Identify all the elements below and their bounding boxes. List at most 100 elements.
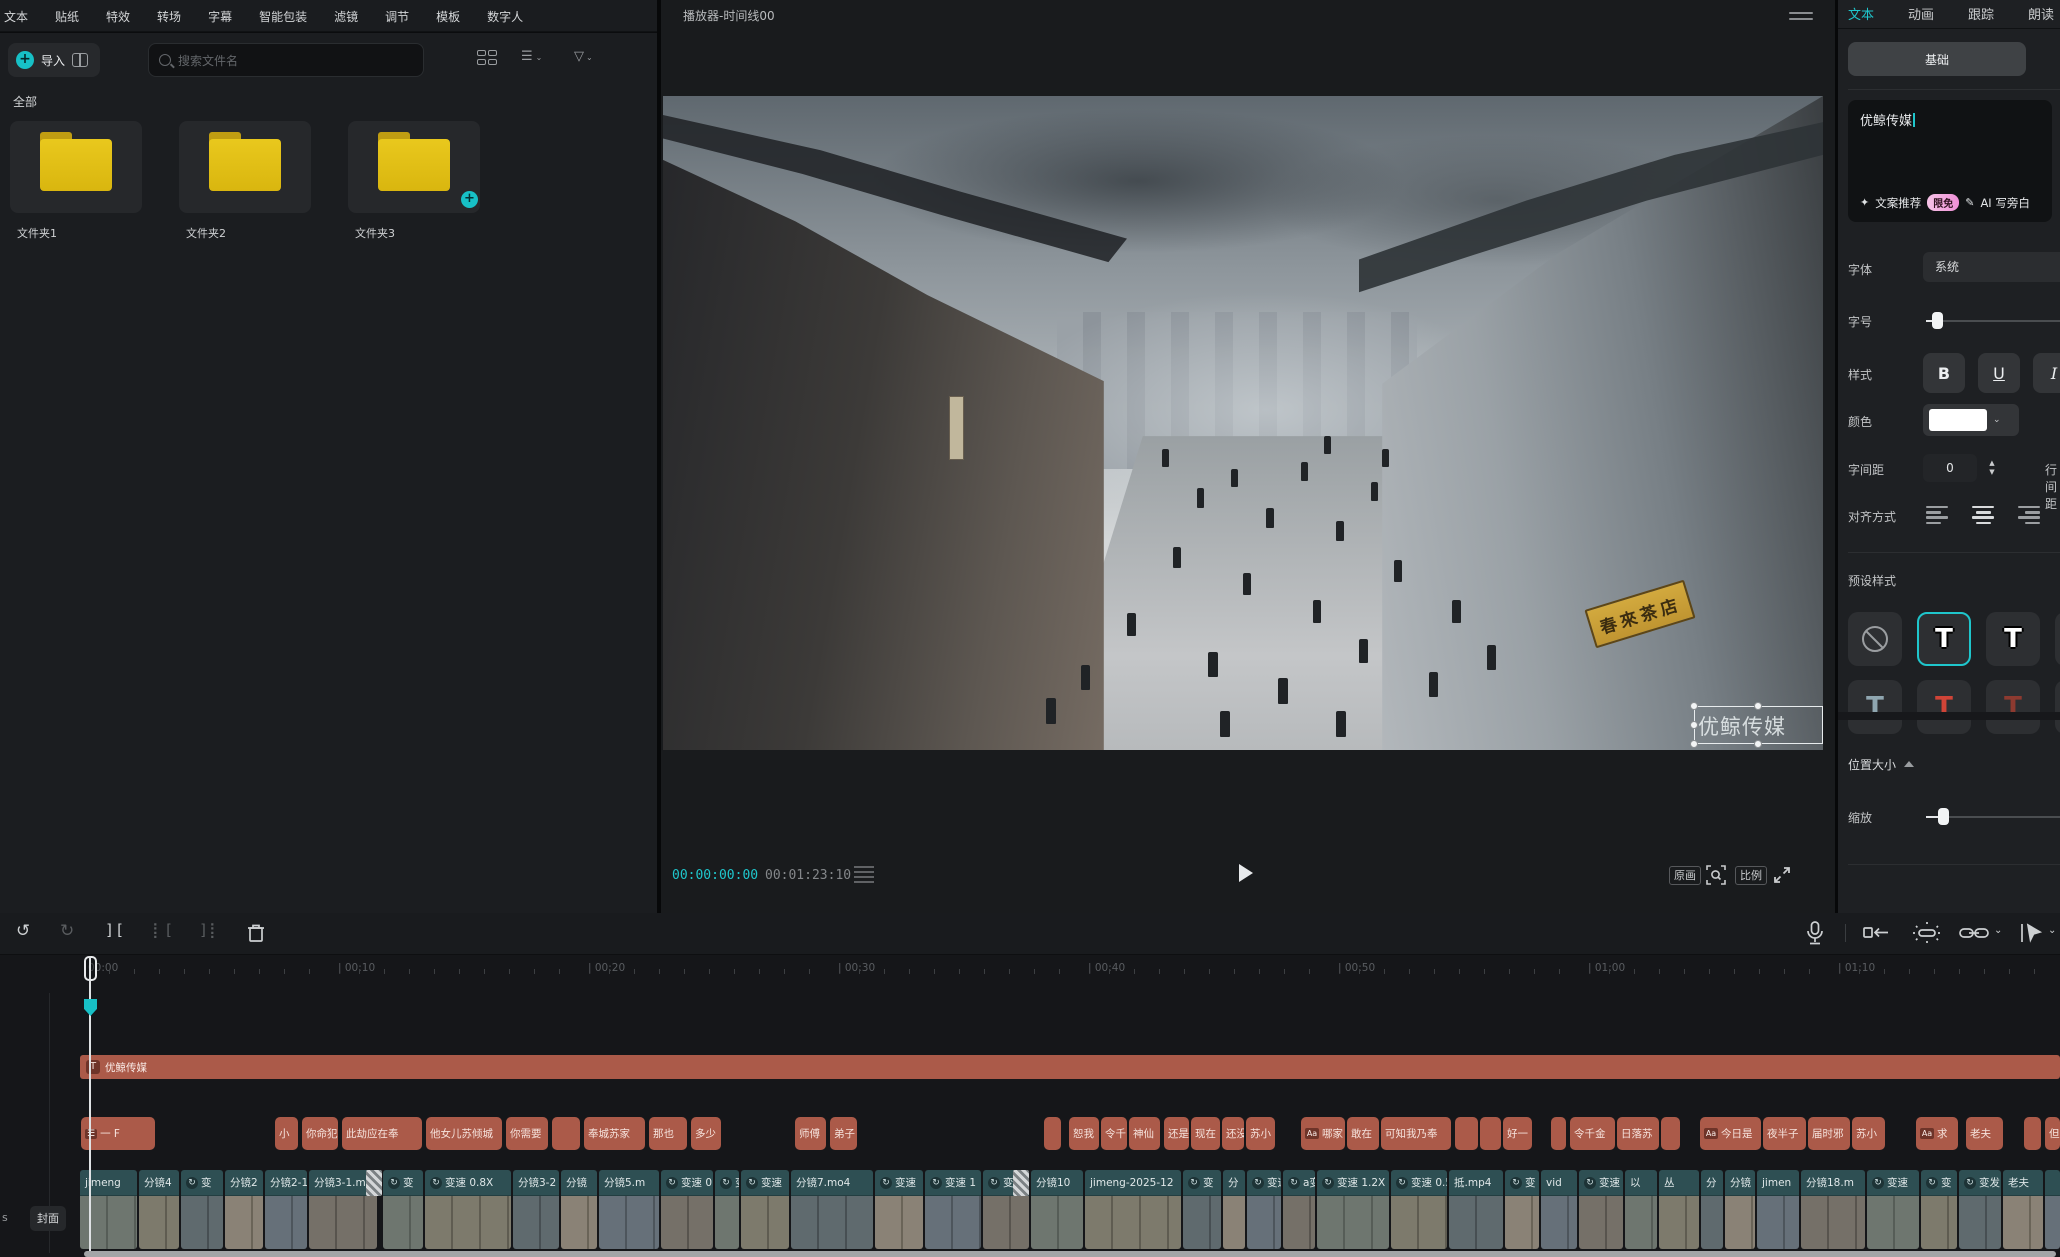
video-clip[interactable]: 分镜18.m [1801, 1170, 1865, 1249]
panel-tab-朗读[interactable]: 朗读 [2028, 4, 2054, 23]
split-right-icon[interactable]: ]⡇ [199, 921, 221, 939]
subtitle-clip[interactable]: 令千金 [1570, 1117, 1615, 1150]
menu-item-5[interactable]: 字幕 [208, 8, 232, 25]
menu-item-3[interactable]: 特效 [106, 8, 130, 25]
add-to-timeline-icon[interactable]: + [461, 191, 478, 208]
split-view-icon[interactable] [72, 53, 88, 67]
selection-handle[interactable] [1754, 740, 1762, 748]
video-clip[interactable]: ↻变 [1921, 1170, 1957, 1249]
video-clip[interactable]: ↻变 [1505, 1170, 1539, 1249]
video-clip[interactable]: jimen [1757, 1170, 1799, 1249]
video-clip[interactable]: ↻变 [181, 1170, 223, 1249]
video-clip[interactable]: ↻a变 [1283, 1170, 1315, 1249]
menu-item-2[interactable]: 贴纸 [55, 8, 79, 25]
subtitle-clip[interactable]: 弟子 [830, 1117, 857, 1150]
copywriting-button[interactable]: 文案推荐 [1875, 195, 1921, 211]
subtitle-clip[interactable]: 小 [275, 1117, 298, 1150]
record-voiceover-icon[interactable] [1804, 920, 1826, 946]
subtitle-clip[interactable]: Aa今日是 [1700, 1117, 1761, 1150]
video-clip[interactable]: 分镜7.mo4 [791, 1170, 873, 1249]
video-clip[interactable]: 分镜4 [139, 1170, 179, 1249]
video-clip[interactable]: ↻变速 [875, 1170, 923, 1249]
video-clip[interactable]: 分 [1223, 1170, 1245, 1249]
timeline-marker-icon[interactable] [84, 999, 97, 1016]
search-input[interactable]: 搜索文件名 [148, 43, 424, 77]
subtitle-clip[interactable]: Aa哪家 [1301, 1117, 1345, 1150]
video-clip[interactable]: ↻变速 [1867, 1170, 1919, 1249]
subtitle-clip[interactable]: 还没 [1222, 1117, 1244, 1150]
video-clip[interactable]: 分镜2 [225, 1170, 263, 1249]
subtitle-clip[interactable]: 但 [2045, 1117, 2060, 1150]
ai-narration-button[interactable]: AI 写旁白 [1980, 195, 2029, 211]
video-clip[interactable]: ↻变 [1183, 1170, 1221, 1249]
italic-button[interactable]: I [2033, 353, 2060, 393]
video-clip[interactable]: 分镜 [1725, 1170, 1755, 1249]
align-center-button[interactable] [1972, 506, 1994, 524]
subtitle-clip[interactable] [1661, 1117, 1680, 1150]
selection-handle[interactable] [1690, 721, 1698, 729]
subtitle-clip[interactable] [2024, 1117, 2041, 1150]
panel-tab-动画[interactable]: 动画 [1908, 4, 1934, 23]
fullscreen-icon[interactable] [1771, 864, 1793, 886]
subtitle-clip[interactable] [552, 1117, 580, 1150]
transition-marker[interactable] [366, 1170, 382, 1196]
menu-item-7[interactable]: 滤镜 [334, 8, 358, 25]
tab-basic[interactable]: 基础 [1848, 42, 2026, 76]
video-clip[interactable]: 分镜 [561, 1170, 597, 1249]
preset-style-5[interactable]: T [1917, 680, 1971, 734]
sort-icon[interactable]: ☰⌄ [521, 49, 543, 64]
folder-card[interactable] [10, 121, 142, 213]
letter-spacing-stepper[interactable]: ▲▼ [1984, 454, 2000, 482]
link-icon[interactable] [1958, 923, 1990, 943]
split-left-icon[interactable]: ⡇[ [152, 921, 174, 939]
subtitle-clip[interactable]: 苏小 [1852, 1117, 1885, 1150]
scale-slider-knob[interactable] [1938, 808, 1949, 825]
subtitle-clip[interactable]: 你需要 [506, 1117, 548, 1150]
align-right-button[interactable] [2018, 506, 2040, 524]
subtitle-clip[interactable] [1551, 1117, 1566, 1150]
text-content-input[interactable]: 优鲸传媒 ✦ 文案推荐 限免 ✎ AI 写旁白 [1848, 100, 2052, 222]
video-clip[interactable]: ↻变速 0.5 [1391, 1170, 1447, 1249]
preset-style-7[interactable]: T [2055, 680, 2060, 734]
selection-handle[interactable] [1754, 702, 1762, 710]
undo-icon[interactable]: ↺ [16, 921, 30, 941]
subtitle-clip[interactable]: 苏小 [1246, 1117, 1275, 1150]
preset-style-3[interactable]: T [2055, 612, 2060, 666]
video-clip[interactable]: 分镜2-1 [265, 1170, 307, 1249]
subtitle-clip[interactable]: 现在 [1191, 1117, 1220, 1150]
cover-button[interactable]: 封面 [30, 1206, 66, 1231]
watermark-text[interactable]: 优鲸传媒 [1698, 711, 1786, 741]
menu-item-4[interactable]: 转场 [157, 8, 181, 25]
preset-style-selected[interactable]: T [1917, 612, 1971, 666]
video-clip[interactable]: jimeng-2025-12 [1085, 1170, 1181, 1249]
subtitle-clip[interactable] [1455, 1117, 1478, 1150]
transition-marker[interactable] [1013, 1170, 1029, 1196]
preset-style-2[interactable]: T [1986, 612, 2040, 666]
selection-handle[interactable] [1690, 740, 1698, 748]
text-track-clip[interactable]: T 优鲸传媒 [80, 1055, 2060, 1079]
video-clip[interactable]: 老夫 [2003, 1170, 2043, 1249]
subtitle-clip[interactable] [1044, 1117, 1061, 1150]
font-size-slider-knob[interactable] [1932, 312, 1943, 329]
folder-card[interactable] [179, 121, 311, 213]
select-mode-chevron-icon[interactable]: ⌄ [2048, 925, 2056, 936]
video-clip[interactable]: ↻变速 [741, 1170, 789, 1249]
subtitle-clip[interactable]: 神仙 [1129, 1117, 1160, 1150]
subtitle-clip[interactable]: 他女儿苏倾城 [426, 1117, 502, 1150]
font-select[interactable]: 系统 [1923, 252, 2060, 282]
scale-slider[interactable] [1926, 816, 2060, 818]
subtitle-clip[interactable]: 此劫应在奉 [342, 1117, 422, 1150]
preset-style-6[interactable]: T [1986, 680, 2040, 734]
video-clip[interactable]: 分镜10 [1031, 1170, 1083, 1249]
subtitle-clip[interactable]: 好一 [1503, 1117, 1532, 1150]
video-clip[interactable]: 分镜5.m [599, 1170, 659, 1249]
subtitle-clip[interactable]: 你命犯生 [302, 1117, 338, 1150]
video-clip[interactable]: ↻变速 [1247, 1170, 1281, 1249]
library-section-all[interactable]: 全部 [13, 93, 37, 110]
subtitle-clip[interactable]: 可知我乃奉 [1381, 1117, 1451, 1150]
frame-list-icon[interactable] [854, 866, 874, 884]
align-left-button[interactable] [1926, 506, 1948, 524]
video-clip[interactable]: ↻变速 0 [661, 1170, 713, 1249]
panel-tab-文本[interactable]: 文本 [1848, 4, 1874, 23]
subtitle-clip[interactable]: Aa求 [1916, 1117, 1958, 1150]
